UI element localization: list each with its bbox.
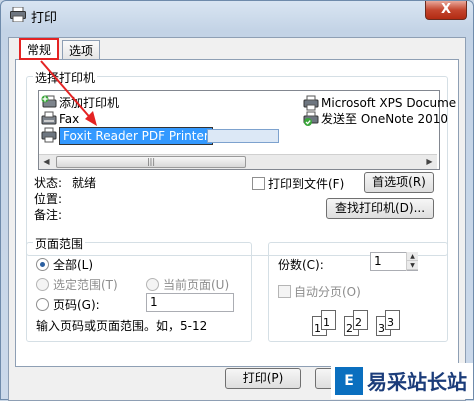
page-range-selection-label: 选定范围(T) [53,278,118,292]
page-range-current-label: 当前页面(U) [163,278,230,292]
collate-label: 自动分页(O) [294,285,361,299]
page-range-input[interactable]: 1 [146,293,234,312]
page-range-pages-radio[interactable] [36,298,49,311]
select-printer-label: 选择打印机 [33,69,98,86]
printer-item-label: Microsoft XPS Docume [321,96,457,110]
copies-stepper[interactable]: ▲ ▼ [406,252,418,271]
page-range-all-radio[interactable] [36,258,49,271]
watermark-logo: E [335,367,363,395]
printer-icon [41,127,57,143]
selection-highlight [207,129,279,143]
print-button[interactable]: 打印(P) [225,368,301,389]
printer-item-label-selected: Foxit Reader PDF Printer [59,127,213,145]
watermark: E 易采站长站 [331,363,473,399]
close-button[interactable]: X [425,1,467,20]
scroll-right-icon[interactable]: ▶ [422,155,437,169]
comment-label: 备注: [34,208,63,222]
print-to-file-checkbox[interactable] [252,177,265,190]
printer-item-label: Fax [59,112,80,126]
stepper-down-icon[interactable]: ▼ [407,261,418,270]
page-range-selection-radio[interactable] [36,278,49,291]
collate-page-icon: 1 [321,310,336,330]
printer-item-label: 添加打印机 [59,96,120,110]
tab-options[interactable]: 选项 [62,40,101,61]
status-label: 状态: [34,176,63,190]
printer-icon [10,7,26,22]
status-value: 就绪 [72,176,97,190]
print-to-file-label: 打印到文件(F) [268,177,345,191]
default-printer-icon [303,111,319,126]
watermark-text: 易采站长站 [367,370,467,394]
preferences-button[interactable]: 首选项(R) [364,172,434,193]
collate-checkbox[interactable] [278,285,291,298]
collate-page-icon: 2 [353,310,368,330]
page-range-pages-label: 页码(G): [53,298,100,312]
printer-list-scrollbar[interactable]: ◀ ||| ▶ [39,154,437,169]
printer-list[interactable]: 添加打印机 Fax Foxit Reader PDF Printer Micro… [38,90,456,170]
fax-icon [41,111,57,125]
dialog-body: 常规 选项 选择打印机 添加打印机 Fax Foxit Reader PDF P… [8,37,466,401]
collate-page-icon: 3 [385,310,400,330]
page-range-label: 页面范围 [33,235,86,252]
page-range-hint: 输入页码或页面范围。如，5-12 [36,319,208,333]
find-printer-button[interactable]: 查找打印机(D)... [326,198,434,219]
scroll-left-icon[interactable]: ◀ [39,155,54,169]
page-range-all-label: 全部(L) [53,258,94,272]
stepper-up-icon[interactable]: ▲ [407,252,418,261]
print-dialog: 打印 X 常规 选项 选择打印机 添加打印机 Fax Foxit Reader … [0,0,474,401]
general-tab-page: 选择打印机 添加打印机 Fax Foxit Reader PDF Printer… [15,59,459,367]
tab-general[interactable]: 常规 [19,38,60,60]
printer-item-label: 发送至 OneNote 2010 [321,112,449,126]
copies-label: 份数(C): [278,258,324,272]
location-label: 位置: [34,192,63,206]
add-printer-icon [41,95,57,108]
title-bar: 打印 X [1,1,473,29]
scroll-thumb[interactable]: ||| [56,156,246,168]
window-title: 打印 [31,11,58,26]
page-range-current-radio[interactable] [146,278,159,291]
printer-icon [303,95,319,111]
